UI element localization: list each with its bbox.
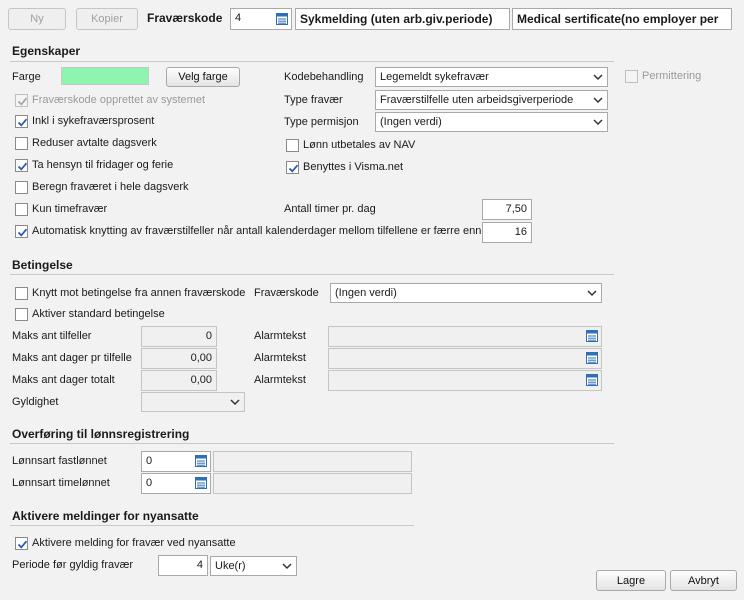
link-other-label: Knytt mot betingelse fra annen fraværsko… [32,287,246,299]
whole-days-checkbox[interactable] [15,181,28,194]
holidays-label: Ta hensyn til fridager og ferie [32,159,174,171]
new-button[interactable]: Ny [8,8,66,30]
activate-notify-label: Aktivere melding for fravær ved nyansatt… [32,537,236,549]
alarm-lookup-icon[interactable] [583,327,601,346]
link-other-checkbox[interactable] [15,287,28,300]
notify-heading: Aktivere meldinger for nyansatte [12,509,199,523]
notify-divider [10,525,414,526]
max-cases-input[interactable]: 0 [141,326,217,347]
condition-code-label: Fraværskode [254,287,319,299]
alarm-lookup-icon[interactable] [583,371,601,390]
alarm-text-1[interactable] [328,326,602,347]
max-cases-label: Maks ant tilfeller [12,330,92,342]
auto-link-days-input[interactable]: 16 [482,222,532,243]
auto-link-checkbox[interactable] [15,225,28,238]
absence-type-label: Type fravær [284,94,343,106]
fixed-pay-lookup-icon[interactable] [192,452,210,471]
alarm-label-3: Alarmtekst [254,374,306,386]
hours-only-label: Kun timefravær [32,203,108,215]
visma-checkbox[interactable] [286,161,299,174]
nav-pay-label: Lønn utbetales av NAV [303,139,416,151]
hourly-pay-value: 0 [146,477,153,489]
transfer-heading: Overføring til lønnsregistrering [12,427,190,441]
activate-std-checkbox[interactable] [15,308,28,321]
absence-code-label: Fraværskode [147,11,223,25]
properties-heading: Egenskaper [12,44,81,58]
max-days-case-input[interactable]: 0,00 [141,348,217,369]
alarm-lookup-icon[interactable] [583,349,601,368]
condition-code-select[interactable]: (Ingen verdi) [330,283,602,303]
period-unit-select[interactable]: Uke(r) [210,556,297,576]
hours-per-day-input[interactable]: 7,50 [482,199,532,220]
absence-type-select[interactable]: Fraværstilfelle uten arbeidsgiverperiode [375,90,608,110]
nav-pay-checkbox[interactable] [286,139,299,152]
code-handling-label: Kodebehandling [284,71,364,83]
layoff-checkbox[interactable] [625,70,638,83]
chevron-down-icon [592,116,604,128]
whole-days-label: Beregn fraværet i hele dagsverk [32,181,189,193]
copy-button[interactable]: Kopier [76,8,138,30]
properties-divider [10,61,614,62]
auto-link-label: Automatisk knytting av fraværstilfeller … [32,225,482,237]
hourly-pay-lookup-icon[interactable] [192,474,210,493]
include-sick-label: Inkl i sykefraværsprosent [32,115,155,127]
alarm-label-2: Alarmtekst [254,352,306,364]
color-label: Farge [12,71,41,83]
hourly-pay-description [213,473,412,494]
chevron-down-icon [586,287,598,299]
holidays-checkbox[interactable] [15,159,28,172]
validity-label: Gyldighet [12,396,59,408]
include-sick-checkbox[interactable] [15,115,28,128]
max-days-case-label: Maks ant dager pr tilfelle [12,352,132,364]
fixed-pay-value: 0 [146,455,153,467]
chevron-down-icon [229,396,241,408]
absence-code-value: 4 [235,12,242,24]
conditions-heading: Betingelse [12,258,73,272]
code-handling-select[interactable]: Legemeldt sykefravær [375,67,608,87]
color-swatch [61,67,149,85]
system-created-label: Fraværskode opprettet av systemet [32,94,206,106]
reduce-workdays-checkbox[interactable] [15,137,28,150]
hours-per-day-label: Antall timer pr. dag [284,203,376,215]
choose-color-button[interactable]: Velg farge [166,67,240,87]
layoff-label: Permittering [642,70,702,82]
system-created-checkbox[interactable] [15,94,28,107]
leave-type-value: (Ingen verdi) [380,116,442,128]
leave-type-label: Type permisjon [284,116,359,128]
alarm-text-2[interactable] [328,348,602,369]
name-en-field[interactable]: Medical sertificate(no employer per [512,8,732,30]
name-field[interactable]: Sykmelding (uten arb.giv.periode) [295,8,510,30]
reduce-workdays-label: Reduser avtalte dagsverk [32,137,157,149]
save-button[interactable]: Lagre [596,570,666,591]
max-days-total-input[interactable]: 0,00 [141,370,217,391]
period-unit-value: Uke(r) [215,560,246,572]
period-input[interactable]: 4 [158,555,208,576]
condition-code-value: (Ingen verdi) [335,287,397,299]
visma-label: Benyttes i Visma.net [303,161,404,173]
fixed-pay-description [213,451,412,472]
validity-select[interactable] [141,392,245,412]
hourly-pay-input[interactable]: 0 [141,473,211,494]
hours-only-checkbox[interactable] [15,203,28,216]
code-lookup-icon[interactable] [273,10,291,29]
fixed-pay-label: Lønnsart fastlønnet [12,455,107,467]
activate-std-label: Aktiver standard betingelse [32,308,165,320]
alarm-label-1: Alarmtekst [254,330,306,342]
conditions-divider [10,274,614,275]
max-days-total-label: Maks ant dager totalt [12,374,115,386]
absence-code-field[interactable]: 4 [230,8,292,30]
transfer-divider [10,443,614,444]
hourly-pay-label: Lønnsart timelønnet [12,477,110,489]
period-label: Periode før gyldig fravær [12,559,134,571]
chevron-down-icon [281,560,293,572]
chevron-down-icon [592,94,604,106]
leave-type-select[interactable]: (Ingen verdi) [375,112,608,132]
fixed-pay-input[interactable]: 0 [141,451,211,472]
absence-type-value: Fraværstilfelle uten arbeidsgiverperiode [380,94,574,106]
code-handling-value: Legemeldt sykefravær [380,71,489,83]
cancel-button[interactable]: Avbryt [670,570,737,591]
chevron-down-icon [592,71,604,83]
activate-notify-checkbox[interactable] [15,537,28,550]
alarm-text-3[interactable] [328,370,602,391]
